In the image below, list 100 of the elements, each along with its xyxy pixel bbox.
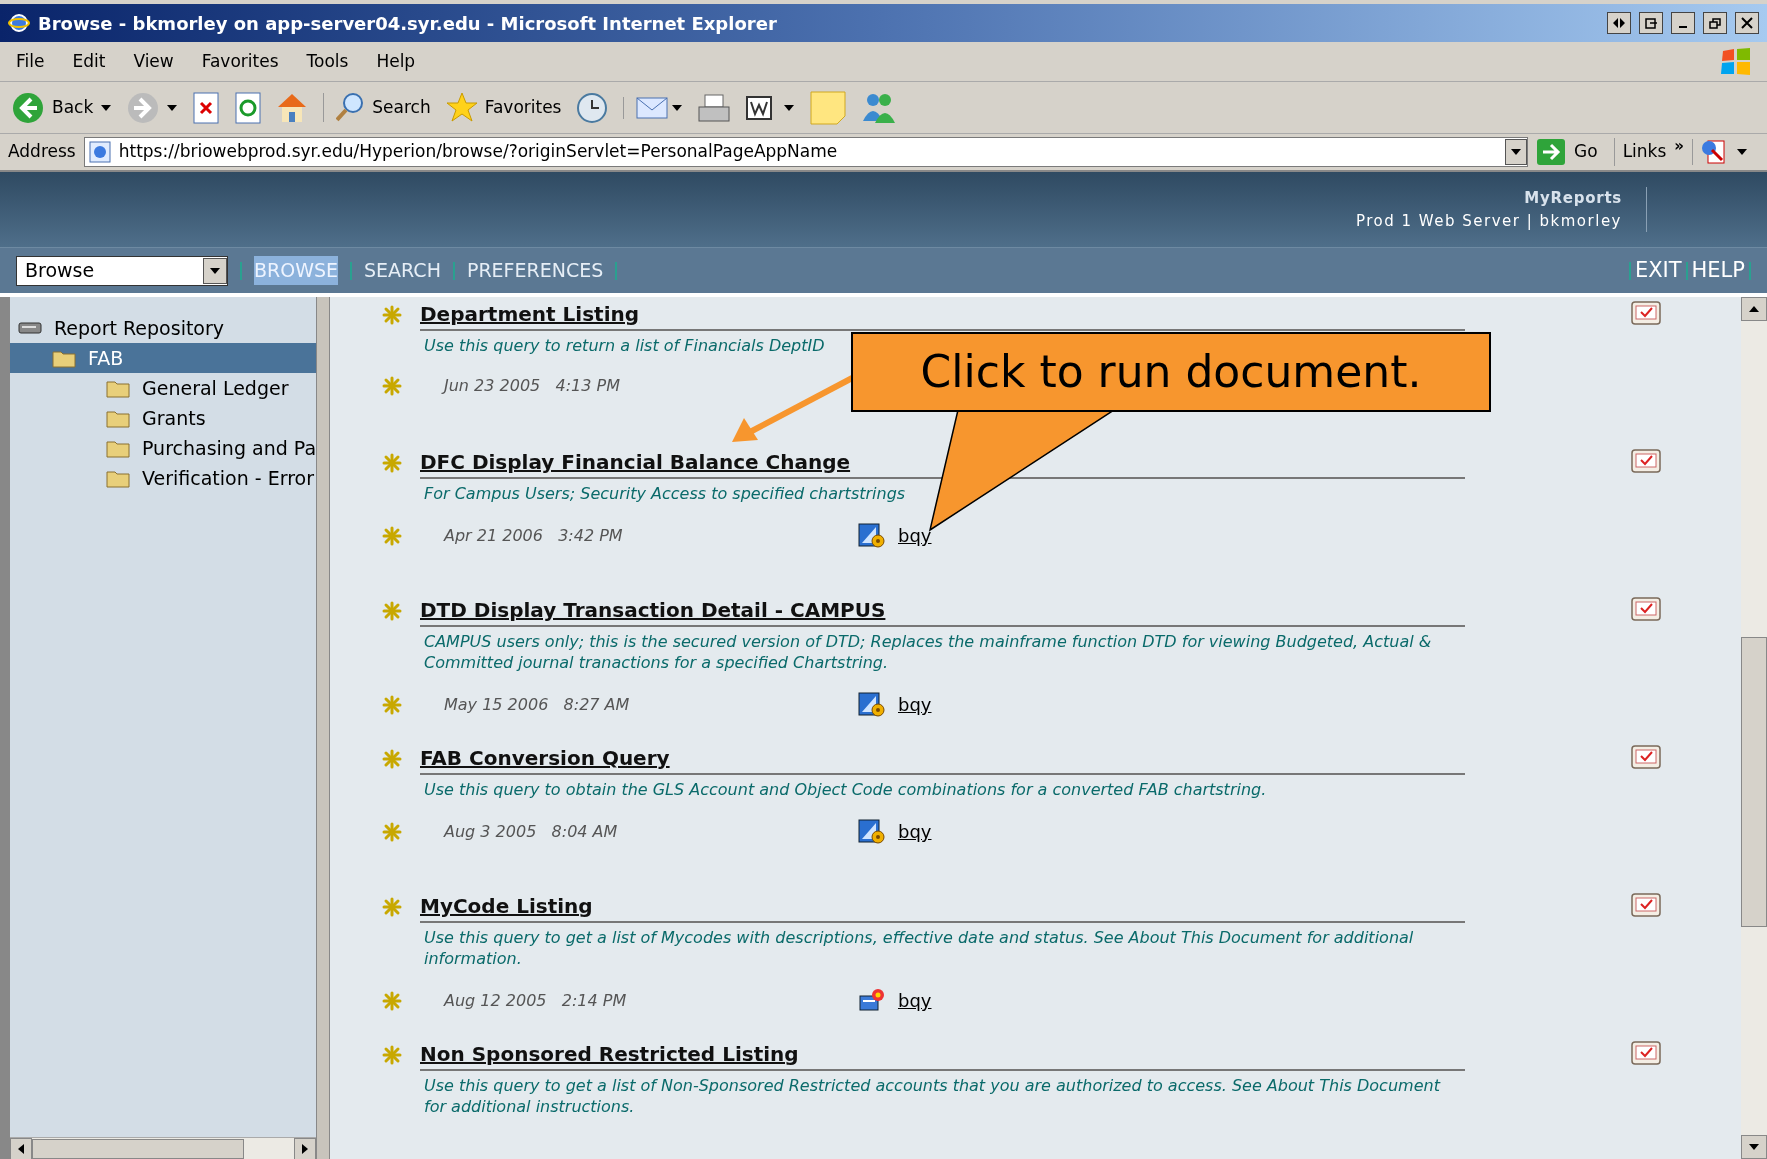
restore-small-button[interactable] bbox=[1607, 12, 1631, 34]
menu-item[interactable]: File bbox=[16, 48, 45, 75]
edit-button[interactable] bbox=[746, 95, 795, 120]
window-title: Browse - bkmorley on app-server04.syr.edu - Microsoft Internet Explorer bbox=[38, 11, 777, 36]
stop-button[interactable] bbox=[193, 91, 220, 124]
nav-link[interactable]: EXIT bbox=[1634, 254, 1682, 287]
calendar-icon[interactable] bbox=[1631, 447, 1661, 473]
file-type-link[interactable]: bqy bbox=[898, 691, 932, 718]
tree-item[interactable]: Verification - Error bbox=[10, 463, 316, 493]
drive-icon bbox=[18, 321, 42, 335]
dropdown-button[interactable] bbox=[1505, 139, 1528, 165]
asterisk-icon bbox=[382, 525, 402, 546]
folder-icon bbox=[106, 378, 130, 398]
asterisk-icon bbox=[382, 1045, 402, 1065]
favorites-button[interactable]: Favorites bbox=[446, 93, 562, 122]
menu-item[interactable]: Edit bbox=[72, 48, 106, 75]
asterisk-icon bbox=[382, 897, 402, 917]
document-title-link[interactable]: Non Sponsored Restricted Listing bbox=[420, 1042, 799, 1066]
asterisk-icon bbox=[382, 601, 402, 621]
document-date: Jun 23 2005 4:13 PM bbox=[420, 374, 840, 398]
asterisk-icon bbox=[382, 305, 402, 325]
caret-down-icon bbox=[210, 267, 220, 274]
tree-item[interactable]: Report Repository bbox=[10, 313, 316, 343]
view-dropdown[interactable]: Browse bbox=[16, 255, 228, 286]
envelope-icon bbox=[636, 96, 669, 119]
calendar-icon[interactable] bbox=[1631, 891, 1661, 917]
server-user-label: Prod 1 Web Server | bkmorley bbox=[1355, 210, 1622, 232]
page-globe-icon bbox=[88, 141, 111, 163]
address-field[interactable]: https://briowebprod.syr.edu/Hyperion/browse/?originServlet=PersonalPageAppName bbox=[83, 137, 1529, 167]
nav-link[interactable]: HELP bbox=[1691, 254, 1745, 287]
address-label: Address bbox=[8, 140, 76, 164]
document-title-link[interactable]: FAB Conversion Query bbox=[420, 746, 670, 770]
maximize-button[interactable] bbox=[1703, 12, 1727, 34]
document-gear-icon[interactable] bbox=[858, 522, 886, 549]
document-description: Use this query to get a list of Mycodes with descriptions, effective date and status. See About This Document for additional information. bbox=[423, 927, 1415, 969]
menu-item[interactable]: View bbox=[133, 48, 174, 75]
document-description: Use this query to obtain the GLS Account and Object Code combinations for a converted FAB chartstring. bbox=[423, 779, 1268, 800]
document-title-link[interactable]: DTD Display Transaction Detail - CAMPUS bbox=[420, 598, 886, 622]
close-icon bbox=[193, 91, 220, 124]
back-button[interactable]: Back bbox=[12, 91, 112, 124]
calendar-icon[interactable] bbox=[1631, 595, 1661, 621]
asterisk-icon bbox=[382, 376, 402, 396]
app-name: MyReports bbox=[1524, 188, 1622, 209]
asterisk-icon bbox=[382, 453, 402, 473]
tree-item[interactable]: Purchasing and Pa bbox=[10, 433, 316, 463]
document-title-link[interactable]: DFC Display Financial Balance Change bbox=[420, 450, 851, 474]
document-gear-icon[interactable] bbox=[858, 818, 886, 845]
double-arrow-icon bbox=[1613, 18, 1625, 28]
star-icon bbox=[446, 93, 477, 122]
menu-item[interactable]: Help bbox=[376, 48, 416, 75]
tree-item[interactable]: Grants bbox=[10, 403, 316, 433]
menu-item[interactable]: Tools bbox=[306, 48, 349, 75]
search-icon bbox=[336, 93, 365, 122]
close-button[interactable] bbox=[1735, 12, 1759, 34]
caret-down-icon bbox=[672, 104, 683, 111]
caret-down-icon bbox=[167, 104, 178, 111]
windows-flag-icon bbox=[1721, 48, 1751, 75]
horizontal-scrollbar[interactable] bbox=[10, 1137, 316, 1159]
document-description: Use this query to return a list of Financials DeptID bbox=[423, 335, 826, 356]
file-type-link[interactable]: bqy bbox=[898, 818, 932, 845]
print-button[interactable] bbox=[698, 93, 731, 122]
mail-button[interactable] bbox=[623, 96, 683, 119]
caret-up-icon bbox=[1749, 306, 1759, 312]
calendar-icon[interactable] bbox=[1631, 1039, 1661, 1065]
file-type-link[interactable]: bqy bbox=[898, 522, 932, 549]
document-date: May 15 2006 8:27 AM bbox=[443, 693, 631, 716]
document-icon bbox=[746, 95, 773, 120]
house-icon bbox=[277, 93, 308, 122]
calendar-icon[interactable] bbox=[1631, 743, 1661, 769]
people-icon bbox=[862, 92, 897, 123]
links-button[interactable]: Links » bbox=[1622, 139, 1693, 165]
nav-tab[interactable]: SEARCH bbox=[364, 256, 441, 285]
caret-down-icon bbox=[1737, 149, 1747, 155]
document-gear-icon[interactable] bbox=[858, 691, 886, 718]
document-flower-icon[interactable] bbox=[858, 987, 886, 1014]
tree-item[interactable]: General Ledger bbox=[10, 373, 316, 403]
document-description: For Campus Users; Security Access to specified chartstrings bbox=[423, 483, 907, 504]
pdf-document-icon bbox=[1701, 140, 1725, 164]
tree-item[interactable]: FAB bbox=[10, 343, 316, 373]
document-description: Use this query to get a list of Non-Sponsored Restricted accounts that you are authorized to access. See About This Document for additional instructions. bbox=[423, 1075, 1442, 1117]
minimize-button[interactable] bbox=[1671, 12, 1695, 34]
go-button[interactable]: Go bbox=[1536, 138, 1615, 166]
history-button[interactable] bbox=[577, 92, 608, 123]
globe-icon bbox=[8, 12, 30, 34]
asterisk-icon bbox=[382, 990, 402, 1011]
close-icon bbox=[1741, 17, 1753, 29]
calendar-icon[interactable] bbox=[1631, 299, 1661, 325]
file-type-link[interactable]: bqy bbox=[898, 987, 932, 1014]
search-button[interactable]: Search bbox=[323, 93, 431, 122]
restore-icon bbox=[1709, 17, 1721, 29]
document-title-link[interactable]: Department Listing bbox=[420, 302, 640, 326]
window-icon bbox=[1645, 17, 1657, 29]
document-date: Aug 3 2005 8:04 AM bbox=[442, 820, 619, 843]
tile-button[interactable] bbox=[1639, 12, 1663, 34]
home-button[interactable] bbox=[277, 93, 308, 122]
nav-tab[interactable]: PREFERENCES bbox=[466, 256, 604, 285]
document-title-link[interactable]: MyCode Listing bbox=[420, 894, 593, 918]
menu-item[interactable]: Favorites bbox=[201, 48, 279, 75]
vertical-scrollbar[interactable] bbox=[1741, 297, 1767, 1159]
clock-icon bbox=[577, 92, 608, 123]
